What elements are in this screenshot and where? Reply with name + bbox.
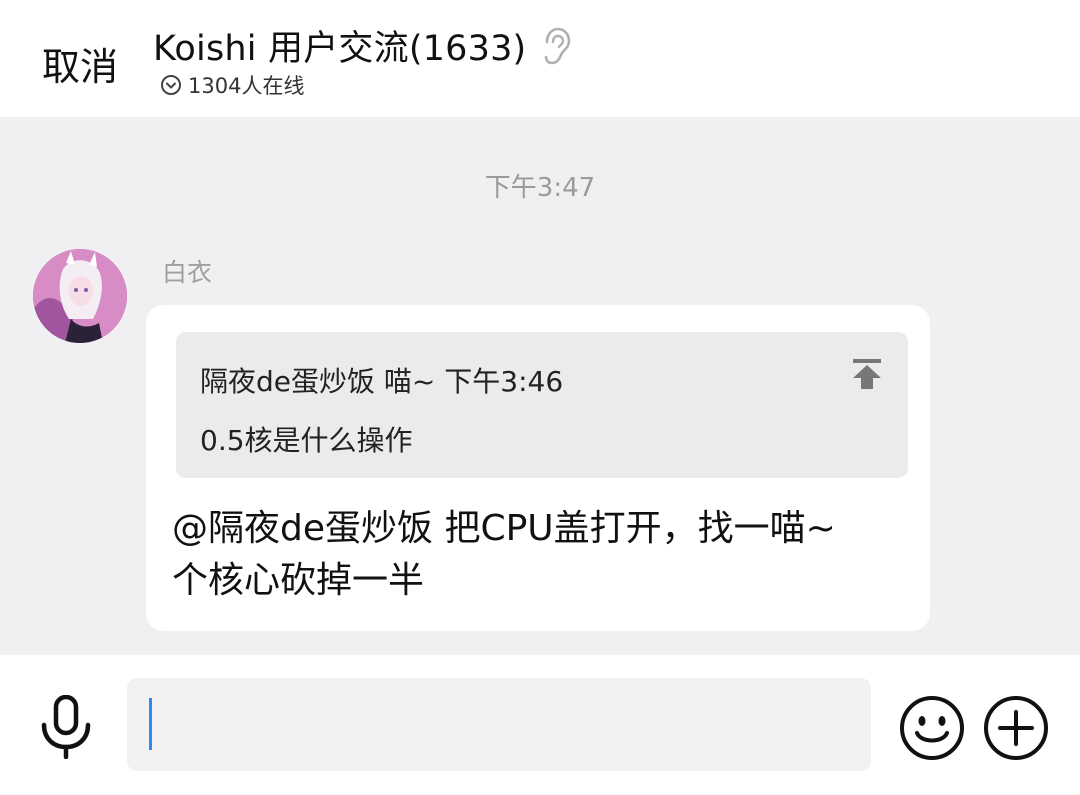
- message-timestamp: 下午3:47: [484, 173, 596, 203]
- quote-header: 隔夜de蛋炒饭 喵~ 下午3:46: [200, 365, 564, 398]
- quote-body: 0.5核是什么操作: [200, 424, 413, 457]
- text-cursor: [149, 698, 152, 750]
- online-count: 1304人在线: [188, 74, 305, 98]
- jump-to-top-icon[interactable]: [850, 357, 884, 391]
- title-area[interactable]: Koishi 用户交流(1633): [153, 20, 572, 71]
- quoted-reply[interactable]: 隔夜de蛋炒饭 喵~ 下午3:46 0.5核是什么操作: [176, 332, 908, 478]
- chat-header: 取消 Koishi 用户交流(1633) 1304人在线: [0, 0, 1080, 117]
- online-status[interactable]: 1304人在线: [160, 70, 304, 100]
- avatar[interactable]: [33, 249, 127, 343]
- message-text-line: @隔夜de蛋炒饭 把CPU盖打开，找一喵~: [172, 508, 836, 549]
- chevron-down-circle-icon: [160, 74, 182, 96]
- mic-icon[interactable]: [36, 694, 96, 760]
- plus-icon[interactable]: [983, 695, 1049, 761]
- sender-name: 白衣: [162, 258, 213, 287]
- cancel-button[interactable]: 取消: [42, 36, 118, 91]
- group-title: Koishi 用户交流(1633): [153, 29, 527, 69]
- message-list[interactable]: 下午3:47 白衣 隔夜de蛋炒饭 喵~ 下午3:46 0.5核是什么操作 @隔…: [0, 117, 1080, 655]
- message-bubble[interactable]: 隔夜de蛋炒饭 喵~ 下午3:46 0.5核是什么操作 @隔夜de蛋炒饭 把CP…: [146, 305, 930, 631]
- ear-icon[interactable]: [538, 26, 572, 66]
- message-input[interactable]: [127, 678, 871, 771]
- input-bar: [0, 655, 1080, 795]
- emoji-icon[interactable]: [899, 695, 965, 761]
- message-text-line: 个核心砍掉一半: [172, 560, 425, 601]
- message-text: @隔夜de蛋炒饭 把CPU盖打开，找一喵~ 个核心砍掉一半: [172, 503, 912, 607]
